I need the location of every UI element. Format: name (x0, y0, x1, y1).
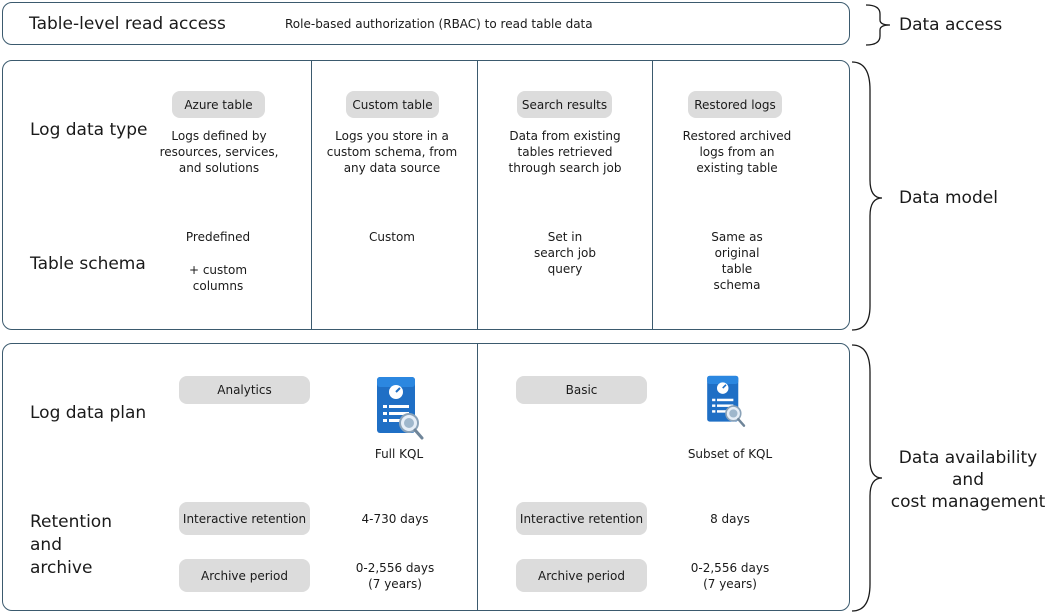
data-model-brace (851, 61, 883, 331)
data-access-side-label: Data access (899, 15, 1003, 35)
data-availability-side-label: Data availability and cost management (888, 447, 1048, 513)
side-label-line: Data availability (898, 448, 1038, 468)
data-model-side-label: Data model (899, 188, 998, 208)
data-availability-brace (851, 344, 883, 612)
data-access-brace (865, 4, 891, 46)
side-label-line: cost management (890, 492, 1046, 512)
side-label-line: and (952, 470, 984, 490)
braces (851, 4, 891, 612)
